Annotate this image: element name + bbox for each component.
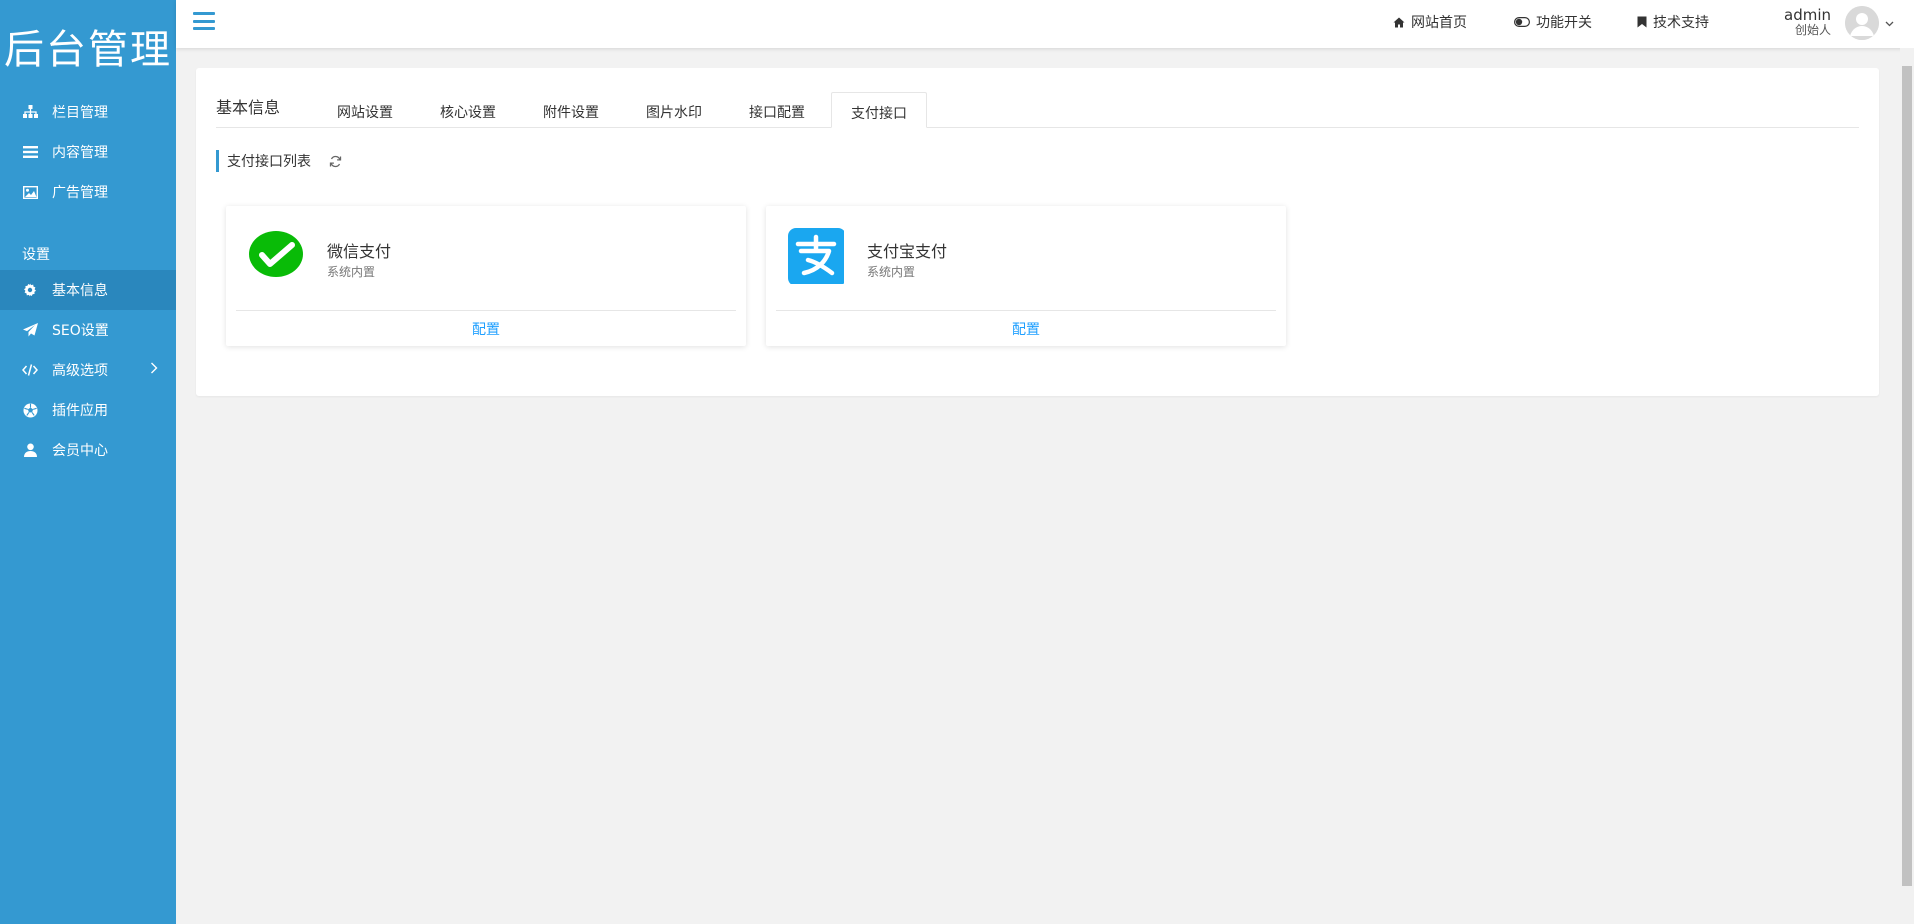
avatar[interactable] bbox=[1845, 6, 1879, 40]
payment-card-wechat: 微信支付 系统内置 配置 bbox=[226, 206, 746, 346]
user-name: admin bbox=[1784, 6, 1831, 24]
wechat-pay-icon bbox=[248, 228, 304, 284]
payment-desc: 系统内置 bbox=[867, 265, 916, 279]
user-menu[interactable]: admin 创始人 bbox=[1784, 6, 1894, 40]
payment-name: 微信支付 bbox=[327, 242, 392, 261]
sidebar-nav: 栏目管理 内容管理 广告管理 bbox=[0, 92, 176, 212]
user-icon bbox=[22, 442, 38, 458]
sidebar-item-ads[interactable]: 广告管理 bbox=[0, 172, 176, 212]
configure-button[interactable]: 配置 bbox=[226, 319, 746, 339]
sidebar-item-label: 会员中心 bbox=[52, 443, 108, 459]
page-title: 基本信息 bbox=[216, 98, 281, 117]
toggle-icon bbox=[1514, 17, 1530, 27]
tab-payment-api[interactable]: 支付接口 bbox=[831, 92, 927, 128]
tab-api-config[interactable]: 接口配置 bbox=[749, 102, 805, 122]
sidebar-settings-nav: 基本信息 SEO设置 高级选项 插件应用 会员中心 bbox=[0, 270, 176, 470]
sidebar-item-label: 栏目管理 bbox=[52, 105, 108, 121]
user-info: admin 创始人 bbox=[1784, 8, 1831, 38]
topbar-link-features[interactable]: 功能开关 bbox=[1514, 12, 1592, 32]
app-logo[interactable]: 后台管理 bbox=[0, 0, 176, 92]
section-header: 支付接口列表 bbox=[216, 150, 342, 172]
sidebar-item-plugins[interactable]: 插件应用 bbox=[0, 390, 176, 430]
soccer-ball-icon bbox=[22, 402, 38, 418]
topbar-link-home[interactable]: 网站首页 bbox=[1393, 12, 1467, 32]
user-role: 创始人 bbox=[1794, 23, 1831, 37]
payment-card-alipay: 支付宝支付 系统内置 配置 bbox=[766, 206, 1286, 346]
tab-attachment-settings[interactable]: 附件设置 bbox=[543, 102, 599, 122]
alipay-icon bbox=[788, 228, 846, 286]
list-icon bbox=[22, 144, 38, 160]
tab-image-watermark[interactable]: 图片水印 bbox=[646, 102, 702, 122]
sitemap-icon bbox=[22, 104, 38, 120]
card-divider bbox=[236, 310, 736, 311]
gear-icon bbox=[22, 282, 38, 298]
topbar: 网站首页 功能开关 技术支持 admin 创始人 bbox=[176, 0, 1914, 48]
sidebar-item-label: 内容管理 bbox=[52, 145, 108, 161]
sidebar-item-advanced[interactable]: 高级选项 bbox=[0, 350, 176, 390]
sidebar-item-label: 高级选项 bbox=[52, 363, 108, 379]
image-icon bbox=[22, 184, 38, 200]
code-icon bbox=[22, 362, 38, 378]
tab-core-settings[interactable]: 核心设置 bbox=[440, 102, 496, 122]
paper-plane-icon bbox=[22, 322, 38, 338]
sidebar-item-content[interactable]: 内容管理 bbox=[0, 132, 176, 172]
sidebar: 后台管理 栏目管理 内容管理 广告管理 设置 基本信息 SEO设置 高级选项 插… bbox=[0, 0, 176, 924]
home-icon bbox=[1393, 17, 1405, 28]
sidebar-item-label: 广告管理 bbox=[52, 185, 108, 201]
bookmark-icon bbox=[1637, 16, 1647, 28]
chevron-down-icon bbox=[1885, 15, 1894, 31]
section-title: 支付接口列表 bbox=[227, 154, 311, 170]
topbar-link-label: 功能开关 bbox=[1536, 15, 1592, 31]
sidebar-item-seo[interactable]: SEO设置 bbox=[0, 310, 176, 350]
topbar-link-support[interactable]: 技术支持 bbox=[1637, 12, 1709, 32]
payment-desc: 系统内置 bbox=[327, 265, 376, 279]
sidebar-item-column[interactable]: 栏目管理 bbox=[0, 92, 176, 132]
sidebar-item-label: 基本信息 bbox=[52, 283, 108, 299]
payment-name: 支付宝支付 bbox=[867, 242, 948, 261]
refresh-icon[interactable] bbox=[329, 155, 342, 168]
sidebar-item-label: 插件应用 bbox=[52, 403, 108, 419]
sidebar-section-settings: 设置 bbox=[22, 247, 50, 263]
sidebar-item-basic-info[interactable]: 基本信息 bbox=[0, 270, 176, 310]
hamburger-menu-icon[interactable] bbox=[193, 11, 215, 31]
tab-website-settings[interactable]: 网站设置 bbox=[337, 102, 393, 122]
card-divider bbox=[776, 310, 1276, 311]
sidebar-item-members[interactable]: 会员中心 bbox=[0, 430, 176, 470]
scrollbar-thumb[interactable] bbox=[1902, 66, 1912, 886]
topbar-link-label: 网站首页 bbox=[1411, 15, 1467, 31]
chevron-right-icon bbox=[150, 362, 158, 378]
tab-bar: 基本信息 网站设置 核心设置 附件设置 图片水印 接口配置 支付接口 bbox=[216, 92, 1859, 128]
topbar-link-label: 技术支持 bbox=[1653, 15, 1709, 31]
sidebar-item-label: SEO设置 bbox=[52, 323, 109, 339]
settings-panel: 基本信息 网站设置 核心设置 附件设置 图片水印 接口配置 支付接口 支付接口列… bbox=[196, 68, 1879, 396]
scrollbar[interactable] bbox=[1900, 48, 1914, 924]
configure-button[interactable]: 配置 bbox=[766, 319, 1286, 339]
